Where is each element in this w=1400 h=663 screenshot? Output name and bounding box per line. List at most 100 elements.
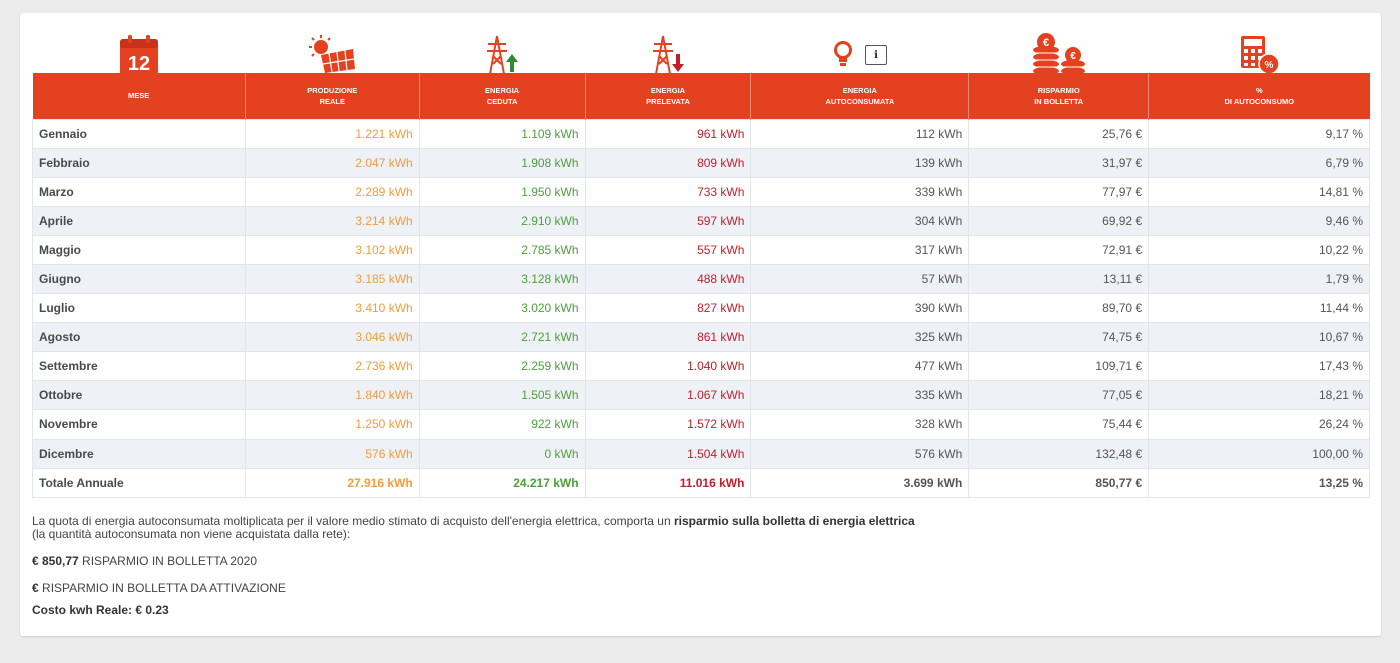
cell-ceduta: 922 kWh [418,409,586,440]
cell-risparmio: 72,91 € [968,234,1150,265]
cell-risparmio: 31,97 € [968,147,1150,178]
real-cost: Costo kwh Reale: € 0.23 [32,604,832,617]
cell-risparmio: 850,77 € [968,467,1150,498]
cell-autoconsumata: 304 kWh [750,205,970,236]
cell-mese: Dicembre [32,438,246,469]
header-text: AUTOCONSUMATA [825,96,895,106]
header-text: % [1255,85,1263,95]
energy-table: MESE PRODUZIONE REALE ENERGIA CEDUTA ENERGIA P… [32,73,1370,498]
cell-mese: Aprile [32,205,246,236]
cell-ceduta: 2.721 kWh [418,322,586,353]
activation-saving: € RISPARMIO IN BOLLETTA DA ATTIVAZIONE [32,582,832,595]
cell-prelevata: 11.016 kWh [584,467,752,498]
cell-autoconsumo-percent: 14,81 % [1148,176,1370,207]
cell-autoconsumata: 3.699 kWh [750,467,970,498]
cell-autoconsumo-percent: 1,79 % [1148,263,1370,295]
cell-prelevata: 557 kWh [584,234,752,265]
cell-ceduta: 3.128 kWh [418,263,586,295]
cell-prelevata: 1.067 kWh [584,380,752,411]
cell-ceduta: 3.020 kWh [418,293,586,324]
cell-mese: Agosto [32,322,246,353]
table-row: Novembre 1.250 kWh 922 kWh 1.572 kWh 328 kWh… [32,409,1370,440]
header-text: ENERGIA [842,85,877,95]
cell-produzione: 3.214 kWh [244,205,420,236]
cell-ceduta: 2.259 kWh [418,351,586,382]
pylon-arrow-up-icon [487,35,518,75]
header-text: ENERGIA [650,85,686,95]
header-text: MESE [128,91,150,101]
svg-text:12: 12 [127,53,149,75]
cell-produzione: 3.046 kWh [244,322,420,353]
cell-autoconsumo-percent: 10,67 % [1148,322,1370,353]
table-row: Marzo 2.289 kWh 1.950 kWh 733 kWh 339 kWh 77,… [32,176,1370,207]
explanation-text: La quota di energia autoconsumata moltip… [32,514,674,528]
cell-autoconsumo-percent: 10,22 % [1148,234,1370,265]
cell-mese: Novembre [32,409,246,440]
calendar-icon: 12 [119,35,158,75]
cell-prelevata: 961 kWh [584,118,752,149]
cell-produzione: 1.250 kWh [244,409,420,440]
cell-mese: Settembre [32,351,246,382]
yearly-saving: € 850,77 RISPARMIO IN BOLLETTA 2020 [32,555,832,568]
table-row: Aprile 3.214 kWh 2.910 kWh 597 kWh 304 kWh 69… [32,205,1370,236]
header-risparmio: RISPARMIO IN BOLLETTA [968,73,1150,119]
table-row: Settembre 2.736 kWh 2.259 kWh 1.040 kWh 477 … [32,351,1370,382]
cell-mese: Febbraio [32,147,246,178]
cell-autoconsumata: 339 kWh [750,176,970,207]
table-row: Febbraio 2.047 kWh 1.908 kWh 809 kWh 139 kWh… [32,147,1370,178]
cell-mese: Marzo [32,176,246,207]
info-button[interactable]: i [865,45,887,65]
cell-ceduta: 1.950 kWh [418,176,586,207]
cell-prelevata: 827 kWh [584,293,752,324]
cell-risparmio: 109,71 € [968,351,1150,382]
header-text: DI AUTOCONSUMO [1224,96,1295,106]
cell-mese: Luglio [32,293,246,324]
report-card: 12 i € € % MESE PRODUZIONE REALE ENERGIA… [20,13,1381,636]
cell-produzione: 1.221 kWh [244,118,420,149]
header-ceduta: ENERGIA CEDUTA [419,73,586,119]
table-row: Dicembre 576 kWh 0 kWh 1.504 kWh 576 kWh 132,… [32,438,1370,469]
explanation-bold: risparmio sulla bolletta di energia elet… [673,514,915,528]
yearly-saving-label: RISPARMIO IN BOLLETTA 2020 [78,554,258,568]
cell-prelevata: 1.040 kWh [584,351,752,382]
coins-euro-icon: € € [1033,33,1085,75]
cell-risparmio: 132,48 € [968,438,1150,469]
table-row: Giugno 3.185 kWh 3.128 kWh 488 kWh 57 kWh 13,… [32,263,1370,295]
cell-autoconsumo-percent: 17,43 % [1148,351,1370,382]
header-produzione: PRODUZIONE REALE [245,73,420,119]
table-row: Gennaio 1.221 kWh 1.109 kWh 961 kWh 112 kWh 2… [32,118,1370,149]
cell-autoconsumo-percent: 6,79 % [1148,147,1370,178]
lightbulb-icon [834,41,852,66]
cell-risparmio: 75,44 € [968,409,1150,440]
svg-text:€: € [1043,37,1049,49]
cell-mese: Maggio [32,234,246,265]
table-body: Gennaio 1.221 kWh 1.109 kWh 961 kWh 112 kWh 2… [32,118,1370,498]
cell-autoconsumo-percent: 26,24 % [1148,409,1370,440]
cell-autoconsumo-percent: 9,17 % [1148,118,1370,149]
header-text: ENERGIA [485,85,520,95]
cell-prelevata: 809 kWh [584,147,752,178]
cell-ceduta: 1.505 kWh [418,380,586,411]
cell-prelevata: 1.572 kWh [584,409,752,440]
table-row: Luglio 3.410 kWh 3.020 kWh 827 kWh 390 kWh 89… [32,293,1370,324]
table-header: MESE PRODUZIONE REALE ENERGIA CEDUTA ENERGIA P… [32,73,1370,119]
cell-produzione: 27.916 kWh [244,467,420,498]
cell-produzione: 2.736 kWh [244,351,420,382]
pylon-arrow-down-icon [653,35,684,75]
table-row: Maggio 3.102 kWh 2.785 kWh 557 kWh 317 kWh 72… [32,234,1370,265]
cell-autoconsumata: 335 kWh [750,380,970,411]
cell-autoconsumata: 576 kWh [750,438,970,469]
cell-produzione: 2.047 kWh [244,147,420,178]
explanation-subtext: (la quantità autoconsumata non viene acq… [32,527,351,541]
cell-produzione: 576 kWh [244,438,420,469]
cell-autoconsumo-percent: 9,46 % [1148,205,1370,236]
total-row: Totale Annuale 27.916 kWh 24.217 kWh 11.016… [32,467,1370,498]
header-text: CEDUTA [486,96,518,106]
activation-saving-currency: € [32,581,39,595]
cell-autoconsumata: 325 kWh [750,322,970,353]
cell-ceduta: 24.217 kWh [418,467,586,498]
cell-produzione: 2.289 kWh [244,176,420,207]
cell-produzione: 3.410 kWh [244,293,420,324]
cell-mese: Ottobre [32,380,246,411]
yearly-saving-amount: € 850,77 [32,554,79,568]
